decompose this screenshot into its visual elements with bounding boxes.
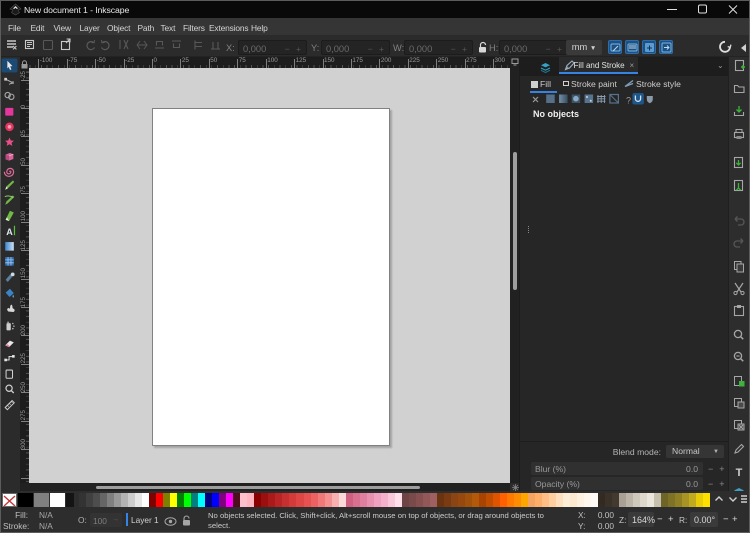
svg-text:?: ? [626, 96, 631, 106]
svg-text:T: T [736, 467, 743, 479]
svg-text:A: A [6, 227, 13, 237]
